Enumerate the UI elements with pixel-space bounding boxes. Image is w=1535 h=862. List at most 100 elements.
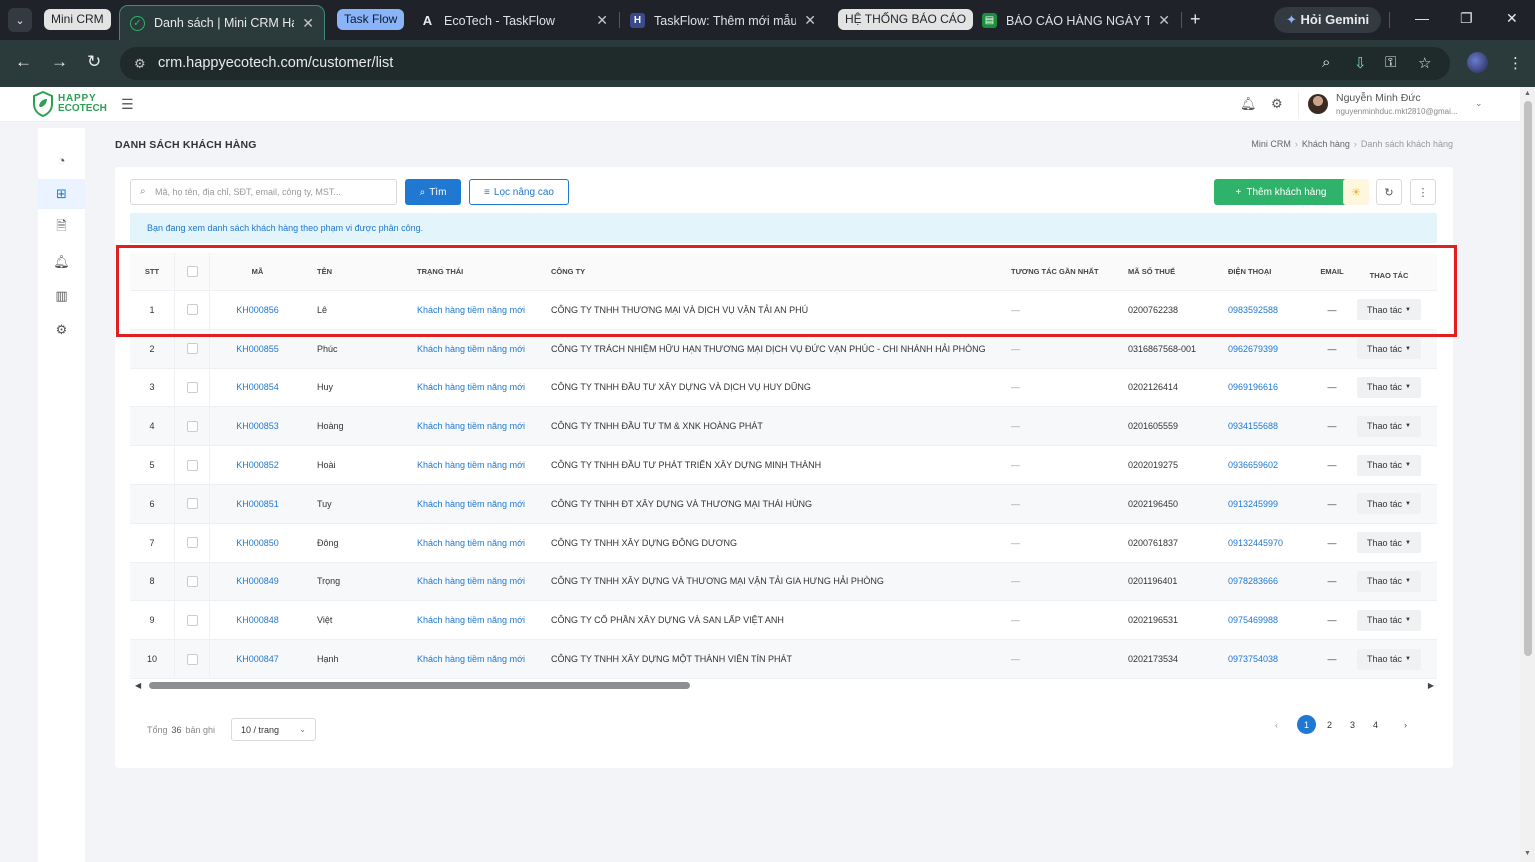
table-row[interactable]: 8 KH000849 Trọng Khách hàng tiềm năng mới CÔ… (130, 562, 1437, 602)
scroll-down-icon[interactable]: ▼ (1524, 850, 1531, 857)
tab-ecotech-taskflow[interactable]: A EcoTech - TaskFlow ✕ (410, 5, 618, 36)
tab-group-mini-crm[interactable]: Mini CRM (44, 9, 111, 30)
bookmark-star-icon[interactable]: ☆ (1418, 54, 1431, 72)
gear-icon[interactable]: ⚙ (1271, 96, 1283, 112)
password-key-icon[interactable]: ⚿ (1385, 54, 1396, 71)
row-checkbox[interactable] (186, 420, 198, 432)
table-row[interactable]: 4 KH000853 Hoàng Khách hàng tiềm năng mới CÔ… (130, 407, 1437, 447)
tab-search-icon[interactable]: ⌄ (8, 8, 32, 32)
sidebar-item-reports[interactable]: ▥ (38, 281, 85, 311)
cell-phone[interactable]: 0975469988 (1228, 601, 1278, 639)
cell-status[interactable]: Khách hàng tiềm năng mới (417, 563, 525, 601)
cell-phone[interactable]: 0936659602 (1228, 446, 1278, 484)
sidebar-item-settings[interactable]: ⚙ (38, 315, 85, 345)
cell-customer-code[interactable]: KH000848 (210, 601, 305, 639)
ask-gemini-button[interactable]: ✦ Hỏi Gemini (1274, 7, 1382, 33)
row-actions-button[interactable]: Thao tác ▼ (1357, 648, 1421, 670)
row-checkbox[interactable] (186, 459, 198, 471)
cell-phone[interactable]: 0973754038 (1228, 640, 1278, 678)
cell-customer-code[interactable]: KH000847 (210, 640, 305, 678)
cell-status[interactable]: Khách hàng tiềm năng mới (417, 291, 525, 329)
scroll-right-icon[interactable]: ▶ (1428, 681, 1434, 690)
url-text[interactable]: crm.happyecotech.com/customer/list (158, 55, 393, 71)
page-scrollbar[interactable]: ▲ ▼ (1520, 87, 1535, 862)
row-checkbox[interactable] (186, 653, 198, 665)
new-tab-plus-icon[interactable]: + (1190, 9, 1201, 29)
cell-status[interactable]: Khách hàng tiềm năng mới (417, 369, 525, 407)
row-checkbox[interactable] (186, 614, 198, 626)
page-1-button[interactable]: 1 (1297, 715, 1316, 734)
table-row[interactable]: 7 KH000850 Đông Khách hàng tiềm năng mới CÔN… (130, 523, 1437, 563)
tab-group-report-system[interactable]: HỆ THỐNG BÁO CÁO (838, 9, 974, 30)
table-row[interactable]: 10 KH000847 Hạnh Khách hàng tiềm năng mới CÔ… (130, 640, 1437, 679)
row-checkbox[interactable] (186, 304, 198, 316)
close-icon[interactable]: ✕ (804, 12, 816, 29)
breadcrumb-link-customers[interactable]: Khách hàng (1302, 139, 1350, 149)
row-actions-button[interactable]: Thao tác ▼ (1357, 299, 1421, 321)
cell-status[interactable]: Khách hàng tiềm năng mới (417, 485, 525, 523)
cell-phone[interactable]: 0962679399 (1228, 330, 1278, 368)
page-2-button[interactable]: 2 (1320, 715, 1339, 734)
profile-avatar-icon[interactable] (1467, 52, 1488, 73)
row-actions-button[interactable]: Thao tác ▼ (1357, 338, 1421, 360)
close-icon[interactable]: ✕ (596, 12, 608, 29)
cell-customer-code[interactable]: KH000852 (210, 446, 305, 484)
cell-status[interactable]: Khách hàng tiềm năng mới (417, 446, 525, 484)
bell-icon[interactable]: 🔔︎ (1240, 96, 1257, 112)
row-actions-button[interactable]: Thao tác ▼ (1357, 532, 1421, 554)
zoom-icon[interactable]: ⌕ (1322, 54, 1330, 71)
row-actions-button[interactable]: Thao tác ▼ (1357, 609, 1421, 631)
happy-ecotech-logo[interactable]: HAPPY ECOTECH (32, 91, 107, 117)
scroll-up-icon[interactable]: ▲ (1524, 90, 1531, 97)
row-checkbox[interactable] (186, 498, 198, 510)
install-app-icon[interactable]: ⇩ (1354, 54, 1367, 72)
site-settings-icon[interactable]: ⚙ (134, 56, 146, 72)
close-icon[interactable]: ✕ (1158, 12, 1170, 29)
advanced-filter-button[interactable]: ≡ Lọc nâng cao (469, 179, 569, 205)
sidebar-item-customers[interactable]: ⊞ (38, 179, 85, 209)
user-menu[interactable]: Nguyễn Minh Đức nguyenminhduc.mkt2810@gm… (1298, 91, 1490, 119)
row-checkbox[interactable] (186, 343, 198, 355)
back-arrow-icon[interactable]: ← (15, 52, 32, 72)
minimize-icon[interactable]: — (1415, 10, 1429, 26)
search-input[interactable] (155, 183, 390, 201)
cell-customer-code[interactable]: KH000850 (210, 524, 305, 562)
table-row[interactable]: 2 KH000855 Phúc Khách hàng tiềm năng mới CÔN… (130, 329, 1437, 369)
sidebar-item-documents[interactable]: 🗎︎ (38, 213, 85, 243)
more-options-button[interactable]: ⋮ (1410, 179, 1436, 205)
cell-status[interactable]: Khách hàng tiềm năng mới (417, 640, 525, 678)
row-checkbox[interactable] (186, 537, 198, 549)
table-row[interactable]: 6 KH000851 Tuy Khách hàng tiềm năng mới CÔNG… (130, 485, 1437, 524)
page-size-select[interactable]: 10 / trang ⌄ (231, 718, 316, 741)
search-button[interactable]: ⌕ Tìm (405, 179, 461, 205)
cell-phone[interactable]: 0983592588 (1228, 291, 1278, 329)
horizontal-scrollbar-thumb[interactable] (149, 682, 690, 689)
reload-icon[interactable]: ↻ (87, 52, 101, 72)
table-row[interactable]: 9 KH000848 Việt Khách hàng tiềm năng mới CÔN… (130, 601, 1437, 641)
cell-status[interactable]: Khách hàng tiềm năng mới (417, 601, 525, 639)
cell-status[interactable]: Khách hàng tiềm năng mới (417, 407, 525, 445)
tab-group-task-flow[interactable]: Task Flow (337, 9, 405, 30)
scroll-left-icon[interactable]: ◀ (135, 681, 141, 690)
prev-page-icon[interactable]: ‹ (1267, 715, 1286, 734)
sidebar-item-dashboard[interactable]: ◔ (38, 145, 85, 175)
table-row[interactable]: 1 KH000856 Lê Khách hàng tiềm năng mới CÔNG … (130, 291, 1437, 330)
table-row[interactable]: 3 KH000854 Huy Khách hàng tiềm năng mới CÔNG… (130, 368, 1437, 408)
cell-customer-code[interactable]: KH000855 (210, 330, 305, 368)
address-bar[interactable]: ⚙ crm.happyecotech.com/customer/list (120, 47, 1450, 80)
cell-customer-code[interactable]: KH000856 (210, 291, 305, 329)
restore-icon[interactable]: ❐ (1460, 10, 1473, 27)
browser-menu-icon[interactable]: ⋮ (1508, 54, 1523, 72)
cell-phone[interactable]: 0978283666 (1228, 563, 1278, 601)
forward-arrow-icon[interactable]: → (51, 52, 68, 72)
cell-phone[interactable]: 0913245999 (1228, 485, 1278, 523)
close-window-icon[interactable]: ✕ (1506, 10, 1518, 27)
page-4-button[interactable]: 4 (1366, 715, 1385, 734)
cell-phone[interactable]: 0969196616 (1228, 369, 1278, 407)
cell-customer-code[interactable]: KH000851 (210, 485, 305, 523)
search-box[interactable]: ⌕ (130, 179, 397, 205)
row-actions-button[interactable]: Thao tác ▼ (1357, 376, 1421, 398)
menu-toggle-icon[interactable]: ☰ (121, 96, 134, 113)
tab-crm-list[interactable]: ✓ Danh sách | Mini CRM Hap ✕ (119, 5, 325, 40)
select-all-checkbox[interactable] (186, 266, 198, 277)
